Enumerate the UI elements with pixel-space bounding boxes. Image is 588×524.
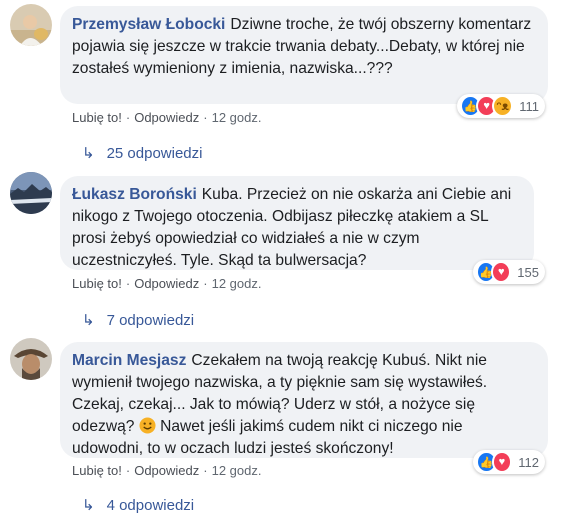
smile-emoji-icon (139, 417, 156, 434)
reaction-summary[interactable]: 👍 ♥ 112 (473, 450, 545, 474)
avatar-image (10, 172, 52, 214)
separator: · (203, 276, 208, 291)
comment-bubble: Łukasz Boroński Kuba. Przecież on nie osk… (60, 176, 534, 270)
separator: · (203, 110, 208, 125)
reply-link[interactable]: Odpowiedz (134, 276, 199, 291)
avatar[interactable] (10, 4, 52, 46)
reply-link[interactable]: Odpowiedz (134, 110, 199, 125)
comment-actions: Lubię to! · Odpowiedz · 12 godz. (72, 276, 261, 291)
comment-author[interactable]: Przemysław Łobocki (72, 16, 225, 33)
love-reaction-icon: ♥ (491, 261, 512, 283)
replies-count[interactable]: 25 odpowiedzi (107, 145, 203, 162)
separator: · (125, 110, 131, 125)
reply-arrow-icon: ↳ (82, 145, 95, 162)
replies-count[interactable]: 4 odpowiedzi (107, 497, 195, 514)
avatar[interactable] (10, 338, 52, 380)
avatar-image (10, 4, 52, 46)
haha-reaction-icon: ᵔᴥ (492, 95, 514, 117)
reply-arrow-icon: ↳ (82, 312, 95, 329)
timestamp[interactable]: 12 godz. (212, 463, 262, 478)
reaction-count: 111 (519, 98, 539, 114)
comment-author[interactable]: Marcin Mesjasz (72, 352, 186, 369)
replies-count[interactable]: 7 odpowiedzi (107, 312, 195, 329)
reaction-count: 112 (518, 454, 539, 470)
timestamp[interactable]: 12 godz. (212, 110, 262, 125)
timestamp[interactable]: 12 godz. (212, 276, 262, 291)
reply-arrow-icon: ↳ (82, 497, 95, 514)
comment-actions: Lubię to! · Odpowiedz · 12 godz. (72, 463, 261, 478)
love-reaction-icon: ♥ (491, 451, 513, 473)
like-link[interactable]: Lubię to! (72, 110, 122, 125)
view-replies-link[interactable]: ↳ 4 odpowiedzi (82, 496, 195, 515)
view-replies-link[interactable]: ↳ 7 odpowiedzi (82, 311, 195, 330)
comment-author[interactable]: Łukasz Boroński (72, 186, 197, 203)
reaction-count: 155 (517, 264, 539, 280)
separator: · (203, 463, 208, 478)
view-replies-link[interactable]: ↳ 25 odpowiedzi (82, 144, 203, 163)
avatar-image (10, 338, 52, 380)
separator: · (125, 463, 131, 478)
reply-link[interactable]: Odpowiedz (134, 463, 199, 478)
comment-actions: Lubię to! · Odpowiedz · 12 godz. (72, 110, 261, 125)
like-link[interactable]: Lubię to! (72, 463, 122, 478)
comment-bubble: Przemysław Łobocki Dziwne troche, że twój… (60, 6, 548, 104)
comment-bubble: Marcin Mesjasz Czekałem na twoją reakcję … (60, 342, 548, 458)
separator: · (125, 276, 131, 291)
reaction-summary[interactable]: 👍 ♥ ᵔᴥ 111 (457, 94, 545, 118)
avatar[interactable] (10, 172, 52, 214)
reaction-summary[interactable]: 👍 ♥ 155 (473, 260, 545, 284)
like-link[interactable]: Lubię to! (72, 276, 122, 291)
